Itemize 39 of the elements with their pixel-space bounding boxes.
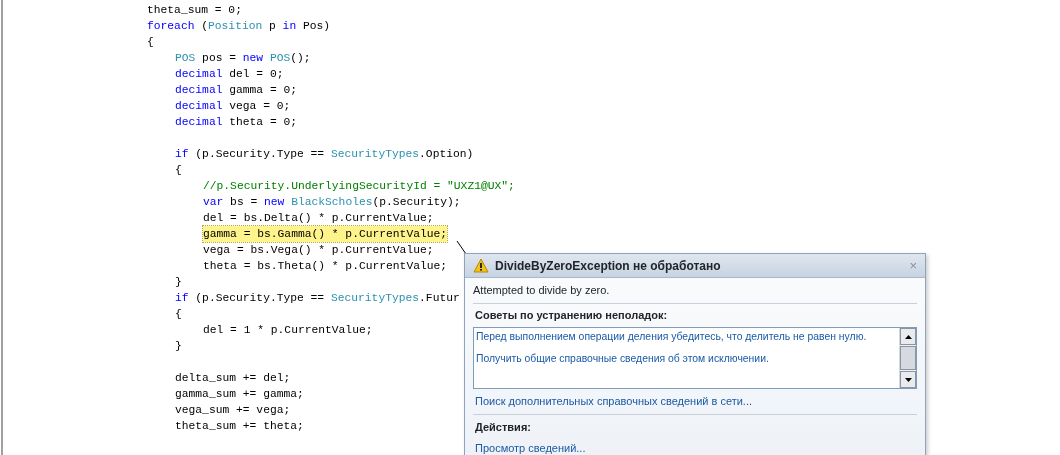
code-line: POS pos = new POS();	[175, 51, 311, 66]
code-line: {	[147, 35, 154, 50]
scroll-up-button[interactable]	[900, 328, 916, 345]
code-line: decimal theta = 0;	[175, 115, 298, 130]
section-heading: Действия:	[475, 420, 531, 436]
tip-link[interactable]: Перед выполнением операции деления убедитесь, что делитель не равен нулю.	[476, 329, 897, 345]
code-line: }	[175, 275, 182, 290]
code-line: vega = bs.Vega() * p.CurrentValue;	[203, 243, 434, 258]
code-line: theta_sum = 0;	[147, 3, 242, 18]
code-line: var bs = new BlackScholes(p.Security);	[203, 195, 461, 210]
code-line: del = bs.Delta() * p.CurrentValue;	[203, 211, 434, 226]
code-line: decimal del = 0;	[175, 67, 284, 82]
code-line: if (p.Security.Type == SecurityTypes.Futur	[175, 291, 460, 306]
code-line: {	[175, 307, 182, 322]
error-message: Attempted to divide by zero.	[473, 283, 610, 299]
help-link[interactable]: Поиск дополнительных справочных сведений в сети...	[475, 393, 752, 410]
code-line: delta_sum += del;	[175, 371, 291, 386]
code-line: foreach (Position p in Pos)	[147, 19, 331, 34]
code-line: //p.Security.UnderlyingSecurityId = "UXZ1@UX";	[203, 179, 515, 194]
code-line: theta_sum += theta;	[175, 419, 304, 434]
code-line: if (p.Security.Type == SecurityTypes.Option)	[175, 147, 474, 162]
code-line: decimal vega = 0;	[175, 99, 291, 114]
popup-title: DivideByZeroException не обработано	[495, 257, 721, 275]
down-arrow-icon	[904, 377, 912, 382]
code-line: }	[175, 339, 182, 354]
scroll-down-button[interactable]	[900, 371, 916, 388]
tip-link[interactable]: Получить общие справочные сведения об этом исключении.	[476, 350, 897, 367]
action-link[interactable]: Просмотр сведений...	[475, 442, 586, 454]
warning-icon	[473, 258, 489, 273]
code-line: gamma_sum += gamma;	[175, 387, 304, 402]
scroll-thumb[interactable]	[900, 346, 916, 370]
code-line: vega_sum += vega;	[175, 403, 291, 418]
code-line: del = 1 * p.CurrentValue;	[203, 323, 373, 338]
section-heading: Советы по устранению неполадок:	[475, 308, 668, 324]
code-line: decimal gamma = 0;	[175, 83, 298, 98]
up-arrow-icon	[904, 334, 912, 339]
code-line: {	[175, 163, 182, 178]
code-line: theta = bs.Theta() * p.CurrentValue;	[203, 259, 448, 274]
leader-line	[456, 240, 468, 255]
